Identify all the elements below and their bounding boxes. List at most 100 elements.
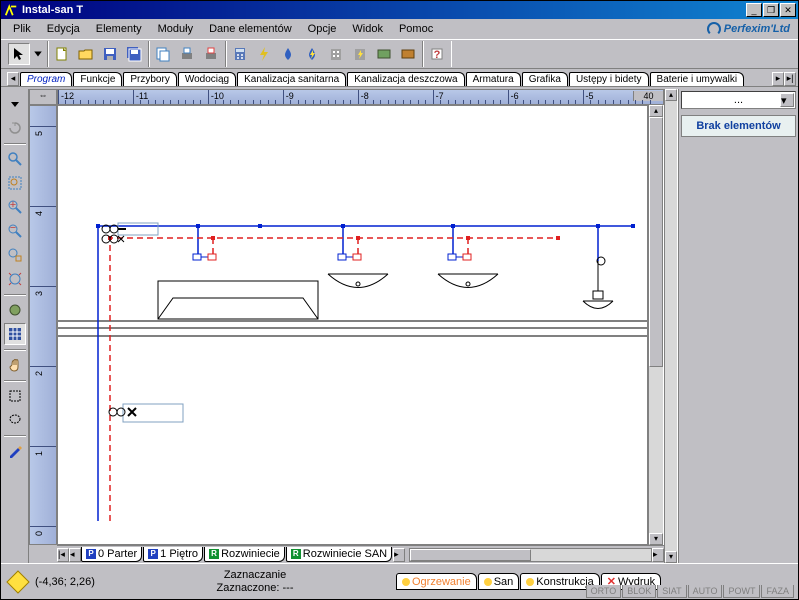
mode-siat[interactable]: SIAT [657,585,686,598]
mode-orto[interactable]: ORTO [586,585,622,598]
dropdown-toggle[interactable] [32,43,44,65]
tab-program[interactable]: Program [20,72,72,86]
menu-edycja[interactable]: Edycja [39,21,88,37]
menu-widok[interactable]: Widok [344,21,391,37]
close-button[interactable]: ✕ [780,3,796,17]
left-toolbar: + − [1,89,29,563]
sheet-next[interactable]: ▸ [393,548,405,562]
chevron-down-icon[interactable]: ▾ [780,93,794,107]
ruler-toggle[interactable]: ⇔ [29,89,57,105]
tab-grafika[interactable]: Grafika [522,72,568,86]
pencil-button[interactable] [4,440,26,462]
tab-kan-desz[interactable]: Kanalizacja deszczowa [347,72,464,86]
tab-scroll-left[interactable]: ◂ [7,72,19,86]
water-bolt-button[interactable] [301,43,323,65]
layer-san[interactable]: San [478,573,520,590]
sheet-tabs: |◂ ◂ P0 Parter P1 Piętro RRozwiniecie RR… [57,545,664,563]
menu-elementy[interactable]: Elementy [88,21,150,37]
building-bolt-button[interactable] [349,43,371,65]
open-button[interactable] [75,43,97,65]
app-icon [4,3,18,17]
expand-icon[interactable] [4,93,26,115]
pointer-tool[interactable] [8,43,30,65]
tab-przybory[interactable]: Przybory [123,72,176,86]
category-tabs: ◂ Program Funkcje Przybory Wodociąg Kana… [1,69,798,87]
tab-scroll-right[interactable]: ▸ [772,72,784,86]
vertical-scrollbar[interactable]: ▴ ▾ [648,105,664,545]
brand-logo: Perfexim'Ltd [707,22,790,36]
maximize-button[interactable]: ❐ [763,3,779,17]
properties-panel: ...▾ Brak elementów [678,89,798,563]
vertical-ruler: 543210 [29,105,57,545]
module-b-button[interactable] [397,43,419,65]
mode-auto[interactable]: AUTO [688,585,723,598]
tab-wodociag[interactable]: Wodociąg [178,72,236,86]
calc-button[interactable] [229,43,251,65]
menubar: Plik Edycja Elementy Moduły Dane element… [1,19,798,39]
view-mode-button[interactable] [4,299,26,321]
coords-label: (-4,36; 2,26) [35,576,155,588]
horizontal-scrollbar[interactable] [409,548,652,562]
sheet-last[interactable]: ▸ [652,548,664,562]
grid-button[interactable] [4,323,26,345]
sheet-rozw[interactable]: RRozwiniecie [204,547,285,562]
no-elements-label: Brak elementów [681,115,796,137]
ruler-origin: 40 [633,91,663,101]
sheet-first[interactable]: |◂ [57,548,69,562]
bolt-button[interactable] [253,43,275,65]
print-button[interactable] [176,43,198,65]
zoom-button[interactable] [4,148,26,170]
tab-funkcje[interactable]: Funkcje [73,72,122,86]
svg-text:+: + [9,199,15,211]
sheet-pietro[interactable]: P1 Piętro [143,547,203,562]
mode-blok[interactable]: BLOK [622,585,656,598]
zoom-window-button[interactable] [4,172,26,194]
print-preview-button[interactable] [200,43,222,65]
tab-kan-san[interactable]: Kanalizacja sanitarna [237,72,346,86]
menu-dane[interactable]: Dane elementów [201,21,300,37]
menu-moduly[interactable]: Moduły [150,21,201,37]
tab-baterie[interactable]: Baterie i umywalki [650,72,745,86]
globe-icon [707,22,721,36]
tab-armatura[interactable]: Armatura [466,72,521,86]
zoom-all-button[interactable] [4,268,26,290]
sheet-rozw-san[interactable]: RRozwiniecie SAN [286,547,392,562]
select-rect-button[interactable] [4,385,26,407]
new-button[interactable] [51,43,73,65]
refresh-icon[interactable] [4,117,26,139]
sheet-prev[interactable]: ◂ [69,548,81,562]
zoom-minus-button[interactable]: − [4,220,26,242]
save-button[interactable] [99,43,121,65]
menu-plik[interactable]: Plik [5,21,39,37]
scroll-up-button[interactable]: ▴ [649,105,663,117]
mode-powt[interactable]: POWT [723,585,760,598]
pan-button[interactable] [4,354,26,376]
statusbar: (-4,36; 2,26) Zaznaczanie Zaznaczone: --… [1,563,798,599]
svg-text:?: ? [434,49,441,61]
panel-splitter[interactable]: ▴▾ [664,89,678,563]
mode-faza[interactable]: FAZA [761,585,794,598]
scroll-down-button[interactable]: ▾ [649,533,663,545]
zoom-plus-button[interactable]: + [4,196,26,218]
layer-ogrzewanie[interactable]: Ogrzewanie [396,573,477,590]
tab-scroll-end[interactable]: ▸| [784,72,796,86]
module-a-button[interactable] [373,43,395,65]
save-all-button[interactable] [123,43,145,65]
titlebar: Instal-san T _ ❐ ✕ [1,1,798,19]
tab-ustepy[interactable]: Ustępy i bidety [569,72,649,86]
select-lasso-button[interactable] [4,409,26,431]
status-indicator-icon [5,569,31,595]
snap-modes: ORTO BLOK SIAT AUTO POWT FAZA [586,585,794,598]
copy-button[interactable] [152,43,174,65]
minimize-button[interactable]: _ [746,3,762,17]
sheet-parter[interactable]: P0 Parter [81,547,142,562]
menu-pomoc[interactable]: Pomoc [391,21,441,37]
water-button[interactable] [277,43,299,65]
help-button[interactable]: ? [426,43,448,65]
drawing-canvas[interactable] [57,105,648,545]
element-type-combo[interactable]: ...▾ [681,91,796,109]
main-toolbar: ? [1,39,798,69]
menu-opcje[interactable]: Opcje [300,21,345,37]
zoom-fit-button[interactable] [4,244,26,266]
building-button[interactable] [325,43,347,65]
